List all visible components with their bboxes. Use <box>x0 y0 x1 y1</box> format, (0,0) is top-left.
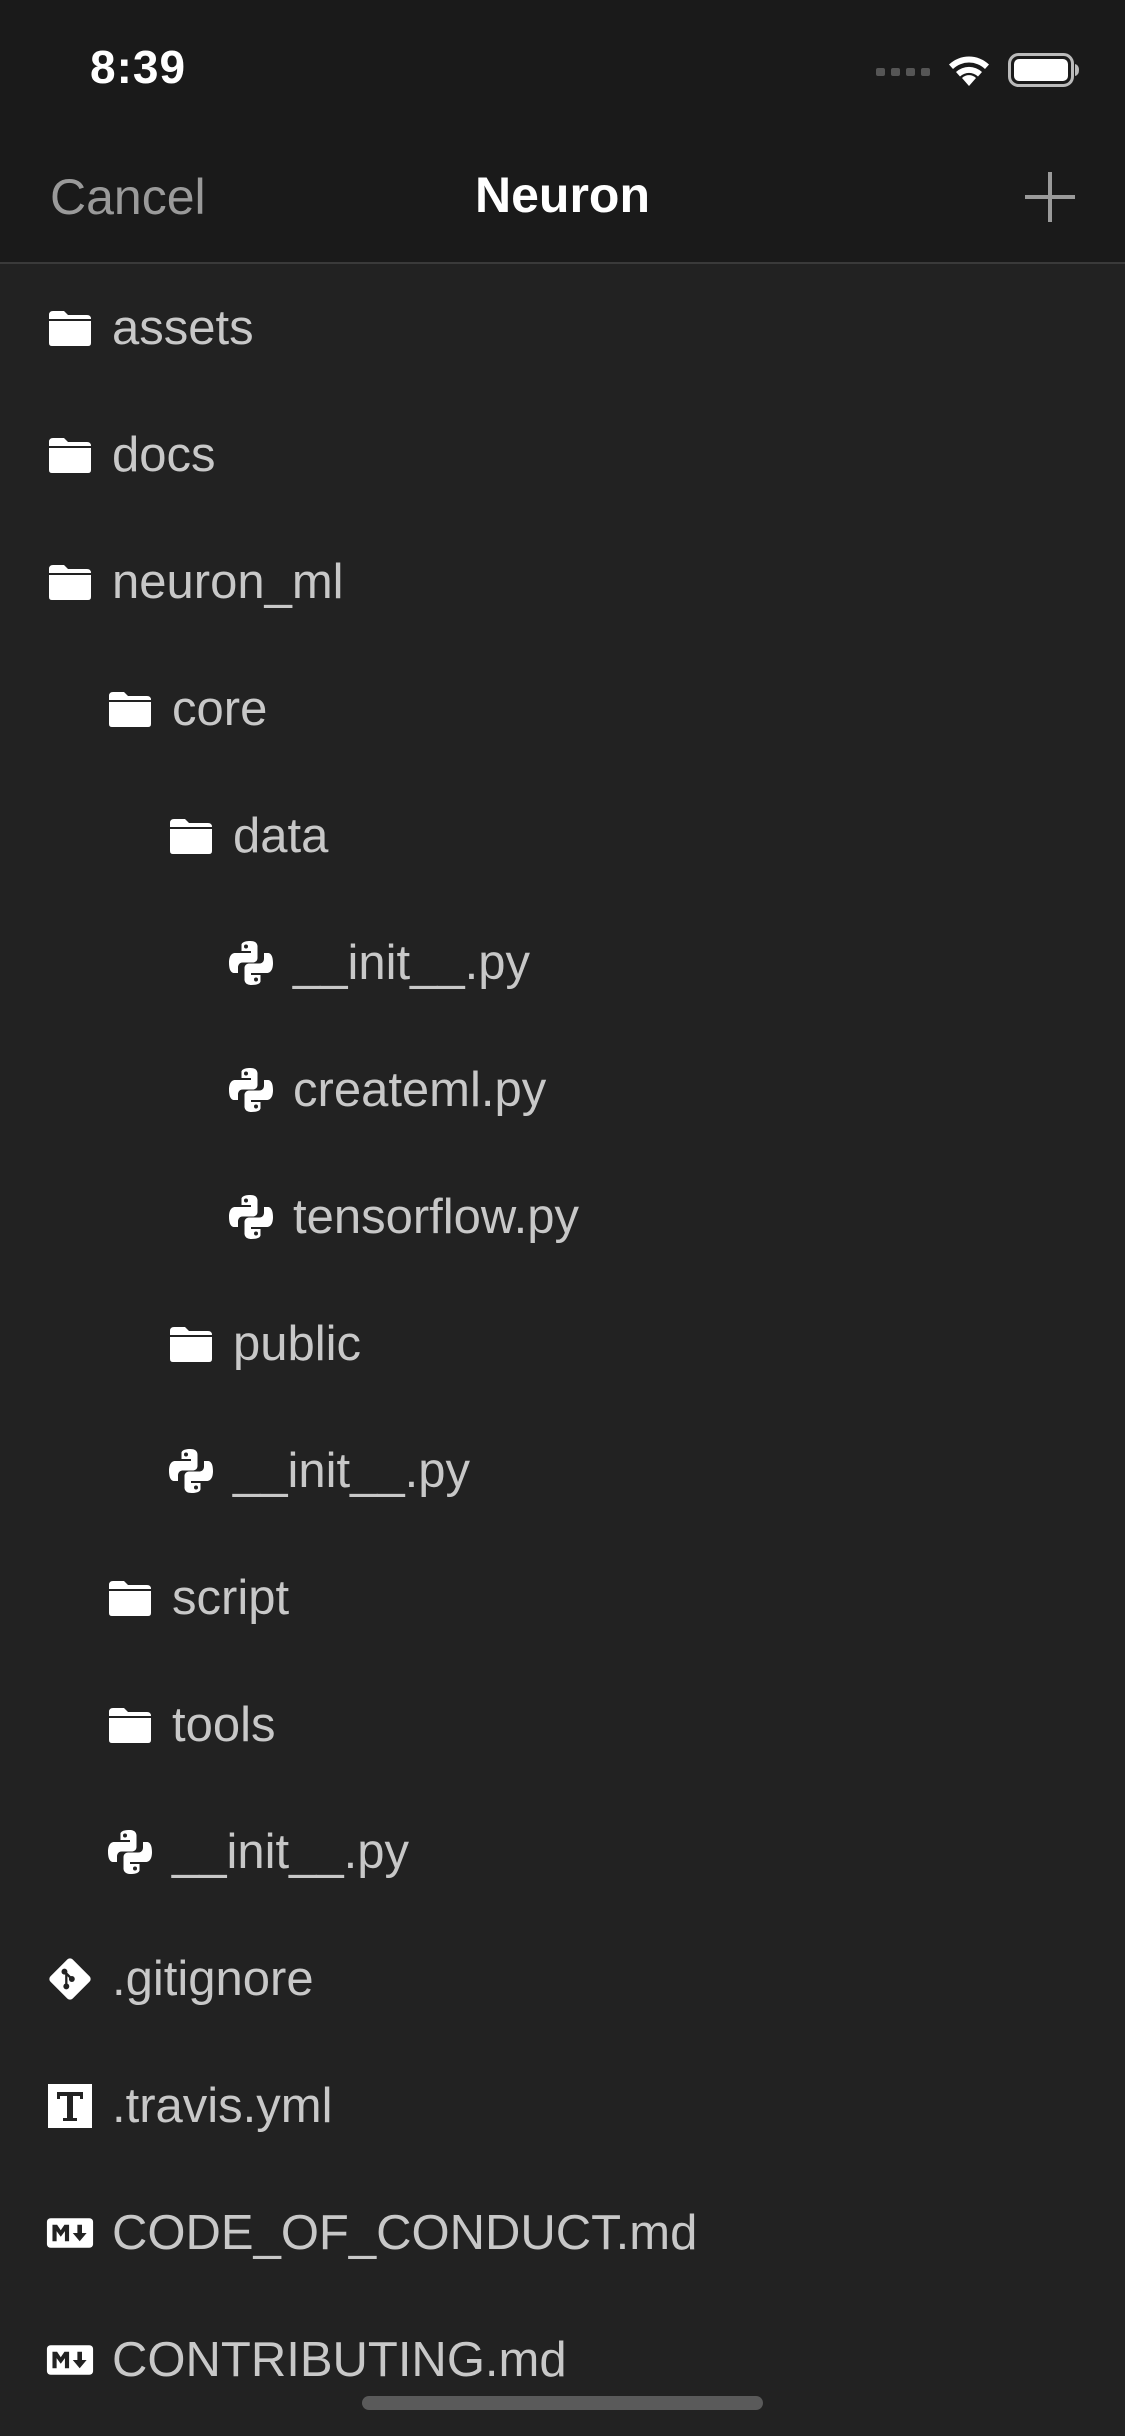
folder-row[interactable]: script <box>0 1534 1125 1661</box>
folder-row[interactable]: docs <box>0 391 1125 518</box>
file-name-label: core <box>172 681 268 736</box>
file-row[interactable]: __init__.py <box>0 1788 1125 1915</box>
python-file-icon <box>227 939 275 987</box>
file-name-label: CONTRIBUTING.md <box>112 2332 567 2387</box>
file-name-label: script <box>172 1570 290 1625</box>
file-row[interactable]: __init__.py <box>0 1407 1125 1534</box>
folder-row[interactable]: neuron_ml <box>0 518 1125 645</box>
folder-row[interactable]: tools <box>0 1661 1125 1788</box>
folder-row[interactable]: public <box>0 1280 1125 1407</box>
status-time: 8:39 <box>90 41 187 93</box>
file-name-label: neuron_ml <box>112 554 344 609</box>
folder-icon <box>167 812 215 860</box>
folder-row[interactable]: core <box>0 645 1125 772</box>
status-indicators <box>876 50 1080 90</box>
file-name-label: CODE_OF_CONDUCT.md <box>112 2205 698 2260</box>
folder-icon <box>106 1701 154 1749</box>
home-indicator[interactable] <box>362 2396 763 2410</box>
markdown-file-icon <box>46 2209 94 2257</box>
file-name-label: __init__.py <box>293 935 531 990</box>
file-name-label: public <box>233 1316 362 1371</box>
file-name-label: createml.py <box>293 1062 547 1117</box>
file-name-label: data <box>233 808 329 863</box>
file-row[interactable]: .gitignore <box>0 1915 1125 2042</box>
add-button[interactable] <box>1023 170 1077 224</box>
folder-icon <box>106 1574 154 1622</box>
python-file-icon <box>106 1828 154 1876</box>
python-file-icon <box>227 1193 275 1241</box>
python-file-icon <box>167 1447 215 1495</box>
cancel-button[interactable]: Cancel <box>50 168 206 226</box>
plus-icon <box>1025 172 1075 222</box>
markdown-file-icon <box>46 2336 94 2384</box>
file-row[interactable]: createml.py <box>0 1026 1125 1153</box>
file-name-label: .gitignore <box>112 1951 314 2006</box>
folder-row[interactable]: assets <box>0 264 1125 391</box>
file-name-label: assets <box>112 300 254 355</box>
file-name-label: .travis.yml <box>112 2078 333 2133</box>
file-row[interactable]: __init__.py <box>0 899 1125 1026</box>
folder-icon <box>167 1320 215 1368</box>
file-name-label: tensorflow.py <box>293 1189 579 1244</box>
file-tree: assets docs neuron_ml core data __init__… <box>0 264 1125 2423</box>
folder-icon <box>46 558 94 606</box>
file-name-label: __init__.py <box>233 1443 471 1498</box>
python-file-icon <box>227 1066 275 1114</box>
folder-icon <box>46 431 94 479</box>
cellular-signal-icon <box>876 68 930 76</box>
file-row[interactable]: CODE_OF_CONDUCT.md <box>0 2169 1125 2296</box>
folder-icon <box>46 304 94 352</box>
file-row[interactable]: .travis.yml <box>0 2042 1125 2169</box>
status-bar: 8:39 <box>0 0 1125 132</box>
file-name-label: tools <box>172 1697 276 1752</box>
text-file-icon <box>46 2082 94 2130</box>
file-name-label: docs <box>112 427 216 482</box>
file-name-label: __init__.py <box>172 1824 410 1879</box>
file-row[interactable]: tensorflow.py <box>0 1153 1125 1280</box>
navigation-bar: Cancel Neuron <box>0 132 1125 264</box>
git-file-icon <box>46 1955 94 2003</box>
folder-row[interactable]: data <box>0 772 1125 899</box>
wifi-icon <box>949 56 989 86</box>
battery-icon <box>1008 53 1079 87</box>
folder-icon <box>106 685 154 733</box>
